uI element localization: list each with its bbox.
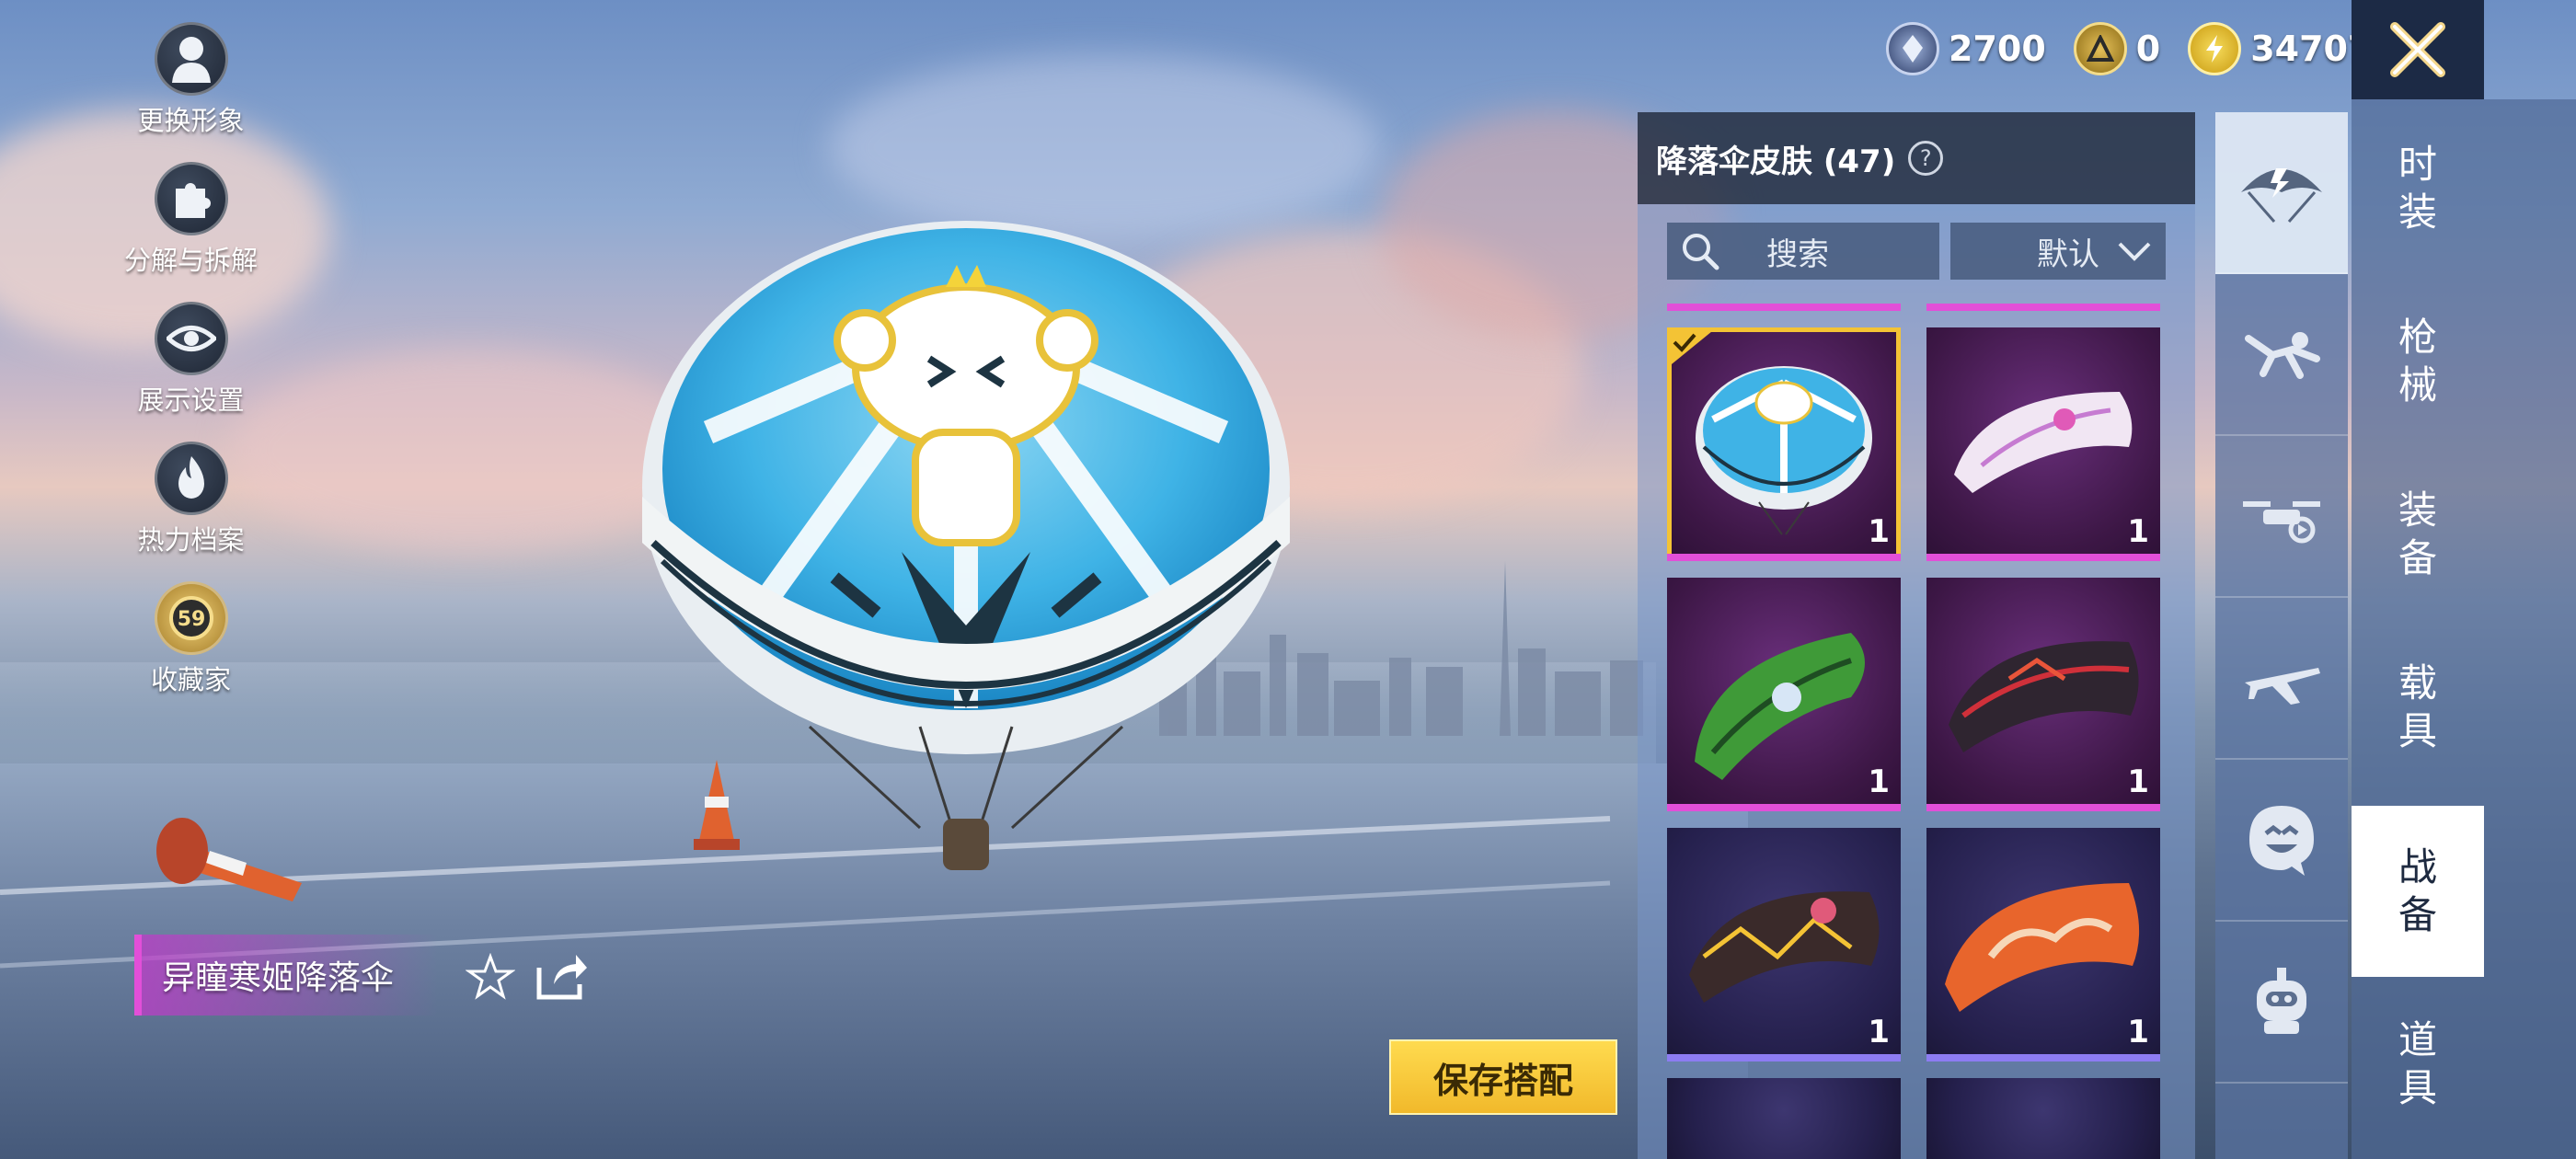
item-card[interactable]: 1 — [1926, 578, 2160, 811]
change-avatar-label: 更换形象 — [137, 105, 245, 136]
category-airplane[interactable] — [2215, 598, 2348, 760]
heat-profile-label: 热力档案 — [137, 524, 245, 556]
item-count: 1 — [2127, 513, 2149, 550]
traffic-cone — [156, 818, 302, 901]
save-outfit-label: 保存搭配 — [1432, 1060, 1573, 1101]
tab-weapons-label: 枪械 — [2398, 315, 2437, 407]
sort-value: 默认 — [2037, 235, 2099, 273]
category-skydive[interactable] — [2215, 274, 2348, 436]
favorite-button[interactable] — [465, 952, 516, 1004]
item-card[interactable]: 1 — [1926, 828, 2160, 1061]
share-icon — [536, 955, 587, 1000]
item-count: 1 — [1868, 1014, 1890, 1050]
avatar-icon — [154, 22, 228, 96]
airplane-icon — [2245, 668, 2320, 705]
puzzle-icon — [154, 162, 228, 235]
change-avatar-button[interactable]: 更换形象 — [110, 22, 271, 138]
star-icon — [465, 952, 516, 1000]
drone-icon — [2243, 501, 2320, 544]
skydiver-icon — [2245, 332, 2320, 379]
currency-ag[interactable]: 0 — [2073, 22, 2161, 75]
item-card[interactable]: 1 — [1667, 327, 1901, 561]
item-count: 1 — [1868, 763, 1890, 800]
display-settings-label: 展示设置 — [137, 384, 245, 416]
search-icon — [1683, 234, 1719, 270]
emote-face-icon — [2249, 806, 2314, 876]
search-input[interactable]: 搜索 — [1667, 223, 1939, 280]
tab-combat-gear[interactable]: 战备 — [2352, 806, 2484, 977]
item-count: 1 — [2127, 1014, 2149, 1050]
rarity-bar — [1667, 304, 1901, 311]
collector-level: 59 — [177, 608, 205, 631]
parachute-icon — [2241, 168, 2322, 223]
tab-vehicles[interactable]: 载具 — [2352, 622, 2484, 793]
heat-profile-button[interactable]: 热力档案 — [110, 442, 271, 557]
left-menu: 更换形象 分解与拆解 展示设置 热力档案 59 收藏家 — [110, 22, 271, 721]
currency-bar: 2700 0 34707 — [1886, 17, 2399, 81]
close-icon — [2390, 22, 2445, 77]
panel-header: 降落伞皮肤 (47) ? — [1638, 112, 2195, 204]
parachute-preview — [642, 221, 1290, 870]
parachute-thumbnail — [1945, 883, 2140, 1012]
rarity-bar — [1926, 304, 2160, 311]
item-card[interactable] — [1926, 1078, 2160, 1159]
currency-ag-value: 0 — [2135, 29, 2161, 69]
search-placeholder: 搜索 — [1766, 235, 1829, 273]
decompose-button[interactable]: 分解与拆解 — [110, 162, 271, 278]
item-count: 1 — [1868, 513, 1890, 550]
close-button[interactable] — [2352, 0, 2484, 99]
chevron-down-icon — [2118, 242, 2151, 261]
category-emote[interactable] — [2215, 760, 2348, 922]
bp-coin-icon — [2188, 22, 2242, 75]
parachute-thumbnail — [1695, 633, 1865, 780]
decompose-label: 分解与拆解 — [123, 245, 258, 276]
flame-icon — [154, 442, 228, 515]
tab-fashion-label: 时装 — [2398, 142, 2437, 235]
sort-dropdown[interactable]: 默认 — [1950, 223, 2166, 280]
tab-props[interactable]: 道具 — [2352, 979, 2484, 1150]
item-card[interactable] — [1667, 1078, 1901, 1159]
selected-item-name-bar: 异瞳寒姬降落伞 — [134, 935, 438, 1016]
category-drone[interactable] — [2215, 436, 2348, 598]
tab-equipment[interactable]: 装备 — [2352, 449, 2484, 620]
item-count: 1 — [2127, 763, 2149, 800]
help-icon[interactable]: ? — [1908, 141, 1944, 176]
selected-item-name: 异瞳寒姬降落伞 — [162, 959, 395, 997]
item-card[interactable]: 1 — [1667, 578, 1901, 811]
tab-combat-gear-label: 战备 — [2398, 844, 2437, 937]
category-parachute[interactable] — [2215, 112, 2348, 274]
save-outfit-button[interactable]: 保存搭配 — [1389, 1039, 1617, 1115]
collector-badge-icon: 59 — [154, 581, 228, 655]
tab-equipment-label: 装备 — [2398, 488, 2437, 580]
tab-fashion[interactable]: 时装 — [2352, 103, 2484, 274]
eye-icon — [154, 302, 228, 375]
tab-props-label: 道具 — [2398, 1017, 2437, 1110]
share-button[interactable] — [534, 951, 589, 1006]
display-settings-button[interactable]: 展示设置 — [110, 302, 271, 418]
collector-button[interactable]: 59 收藏家 — [110, 581, 271, 697]
parachute-thumbnail — [1689, 891, 1880, 1003]
item-card[interactable]: 1 — [1926, 327, 2160, 561]
currency-uc[interactable]: 2700 — [1886, 22, 2046, 75]
currency-uc-value: 2700 — [1949, 29, 2046, 69]
collector-label: 收藏家 — [150, 664, 231, 695]
robot-companion-icon — [2257, 968, 2306, 1034]
tab-vehicles-label: 载具 — [2398, 660, 2437, 753]
ag-coin-icon — [2073, 22, 2127, 75]
panel-title: 降落伞皮肤 (47) — [1656, 143, 1896, 180]
item-card[interactable]: 1 — [1667, 828, 1901, 1061]
parachute-thumbnail — [1954, 392, 2133, 493]
category-companion[interactable] — [2215, 922, 2348, 1084]
parachute-thumbnail — [1949, 641, 2139, 752]
tab-weapons[interactable]: 枪械 — [2352, 276, 2484, 447]
equipped-check-icon — [1667, 327, 1717, 368]
currency-bp[interactable]: 34707 — [2188, 22, 2372, 75]
uc-coin-icon — [1886, 22, 1939, 75]
